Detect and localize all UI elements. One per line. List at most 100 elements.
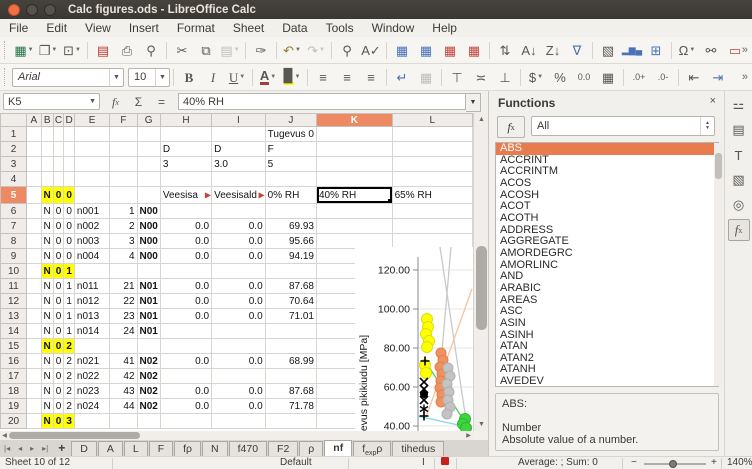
row-header-8[interactable]: 8 (1, 234, 27, 249)
cell-I18[interactable]: 0.0 (212, 384, 266, 399)
cell-D12[interactable]: 1 (64, 294, 75, 309)
cell-H5[interactable]: Veesisa▶ (160, 187, 211, 204)
row-header-10[interactable]: 10 (1, 264, 27, 279)
function-item-arabic[interactable]: ARABIC (496, 283, 718, 295)
cell-C14[interactable]: 0 (53, 324, 64, 339)
chart-object[interactable]: 120.00100.0080.0060.0040.00gevus pikikiu… (355, 247, 473, 431)
cell-C20[interactable]: 0 (53, 414, 64, 429)
cell-G15[interactable] (137, 339, 160, 354)
cell-G17[interactable]: N02 (137, 369, 160, 384)
cell-B4[interactable] (41, 172, 53, 187)
cell-F7[interactable]: 2 (110, 219, 137, 234)
delete-columns-button[interactable]: ▦ (462, 39, 486, 61)
row-header-2[interactable]: 2 (1, 142, 27, 157)
cell-I3[interactable]: 3.0 (212, 157, 266, 172)
cell-B18[interactable]: N (41, 384, 53, 399)
chevron-down-icon[interactable]: ▼ (109, 69, 123, 86)
chevron-down-icon[interactable]: ▼ (689, 47, 695, 53)
cell-H6[interactable] (160, 204, 211, 219)
cell-A15[interactable] (27, 339, 42, 354)
cell-F4[interactable] (110, 172, 137, 187)
cell-G6[interactable]: N00 (137, 204, 160, 219)
cell-G11[interactable]: N01 (137, 279, 160, 294)
last-sheet-button[interactable]: ▸| (38, 441, 52, 456)
delete-decimal-button[interactable]: .0- (651, 66, 675, 88)
cell-G18[interactable]: N02 (137, 384, 160, 399)
select-all-corner[interactable] (1, 114, 27, 127)
cell-G13[interactable]: N01 (137, 309, 160, 324)
chevron-down-icon[interactable]: ▼ (75, 47, 81, 53)
sheet-tab-f470[interactable]: f470 (229, 441, 267, 456)
cell-A4[interactable] (27, 172, 42, 187)
print-preview-button[interactable]: ⚲ (139, 39, 163, 61)
cell-F17[interactable]: 42 (110, 369, 137, 384)
row-header-7[interactable]: 7 (1, 219, 27, 234)
cell-F5[interactable] (110, 187, 137, 204)
cell-I19[interactable]: 0.0 (212, 399, 266, 414)
cell-D14[interactable]: 1 (64, 324, 75, 339)
page-style[interactable]: Default (280, 457, 312, 469)
cell-D18[interactable]: 2 (64, 384, 75, 399)
cell-G5[interactable] (137, 187, 160, 204)
function-wizard-button[interactable]: fx (106, 93, 125, 111)
cell-G16[interactable]: N02 (137, 354, 160, 369)
cell-B13[interactable]: N (41, 309, 53, 324)
zoom-slider-thumb[interactable] (669, 460, 677, 468)
sheet-tab-F[interactable]: F (149, 441, 173, 456)
cell-B9[interactable]: N (41, 249, 53, 264)
cell-L4[interactable] (392, 172, 472, 187)
cell-C1[interactable] (53, 127, 64, 142)
cell-F6[interactable]: 1 (110, 204, 137, 219)
menu-tools[interactable]: Tools (317, 19, 363, 37)
font-color-button[interactable]: A▼ (256, 66, 280, 88)
sidebar-deck-properties-icon[interactable]: ⚍ (728, 94, 750, 116)
cell-J6[interactable] (265, 204, 316, 219)
cell-I15[interactable] (212, 339, 266, 354)
cell-I12[interactable]: 0.0 (212, 294, 266, 309)
cell-A12[interactable] (27, 294, 42, 309)
zoom-out-button[interactable]: − (631, 457, 637, 469)
cell-E15[interactable] (74, 339, 109, 354)
sheet-tab-A[interactable]: A (98, 441, 123, 456)
cell-G19[interactable]: N02 (137, 399, 160, 414)
cell-J13[interactable]: 71.01 (265, 309, 316, 324)
cell-B20[interactable]: N (41, 414, 53, 429)
cell-D8[interactable]: 0 (64, 234, 75, 249)
sheet-tab-fρ[interactable]: fρ (174, 441, 201, 456)
cell-A17[interactable] (27, 369, 42, 384)
save-button[interactable]: ⊡▼ (60, 39, 84, 61)
cell-B3[interactable] (41, 157, 53, 172)
cell-E17[interactable]: n022 (74, 369, 109, 384)
align-center-button[interactable]: ≡ (335, 66, 359, 88)
function-item-abs[interactable]: ABS (496, 143, 718, 155)
cell-E18[interactable]: n023 (74, 384, 109, 399)
cell-B11[interactable]: N (41, 279, 53, 294)
cell-C17[interactable]: 0 (53, 369, 64, 384)
format-currency-button[interactable]: $▼ (524, 66, 548, 88)
copy-button[interactable]: ⧉ (194, 39, 218, 61)
cell-H14[interactable] (160, 324, 211, 339)
cell-A16[interactable] (27, 354, 42, 369)
insert-mode-indicator[interactable]: I (422, 457, 425, 469)
cell-J1[interactable]: Tugevus 0 (265, 127, 316, 142)
insert-function-button[interactable]: fx (497, 116, 525, 138)
cell-E16[interactable]: n021 (74, 354, 109, 369)
cell-L6[interactable] (392, 204, 472, 219)
titlebar[interactable]: Calc figures.ods - LibreOffice Calc (0, 0, 752, 19)
cell-C16[interactable]: 0 (53, 354, 64, 369)
row-header-20[interactable]: 20 (1, 414, 27, 429)
chevron-down-icon[interactable]: ▼ (28, 47, 34, 53)
cell-B14[interactable]: N (41, 324, 53, 339)
cell-B1[interactable] (41, 127, 53, 142)
special-character-button[interactable]: Ω▼ (675, 39, 699, 61)
cell-I4[interactable] (212, 172, 266, 187)
vertical-scrollbar-thumb[interactable] (476, 246, 487, 330)
italic-button[interactable]: I (201, 66, 225, 88)
scroll-left-icon[interactable]: ◀ (0, 431, 9, 440)
cell-D5[interactable]: 0 (64, 187, 75, 204)
cell-C11[interactable]: 0 (53, 279, 64, 294)
cell-F14[interactable]: 24 (110, 324, 137, 339)
cell-F2[interactable] (110, 142, 137, 157)
cell-C13[interactable]: 0 (53, 309, 64, 324)
underline-button[interactable]: U▼ (225, 66, 249, 88)
